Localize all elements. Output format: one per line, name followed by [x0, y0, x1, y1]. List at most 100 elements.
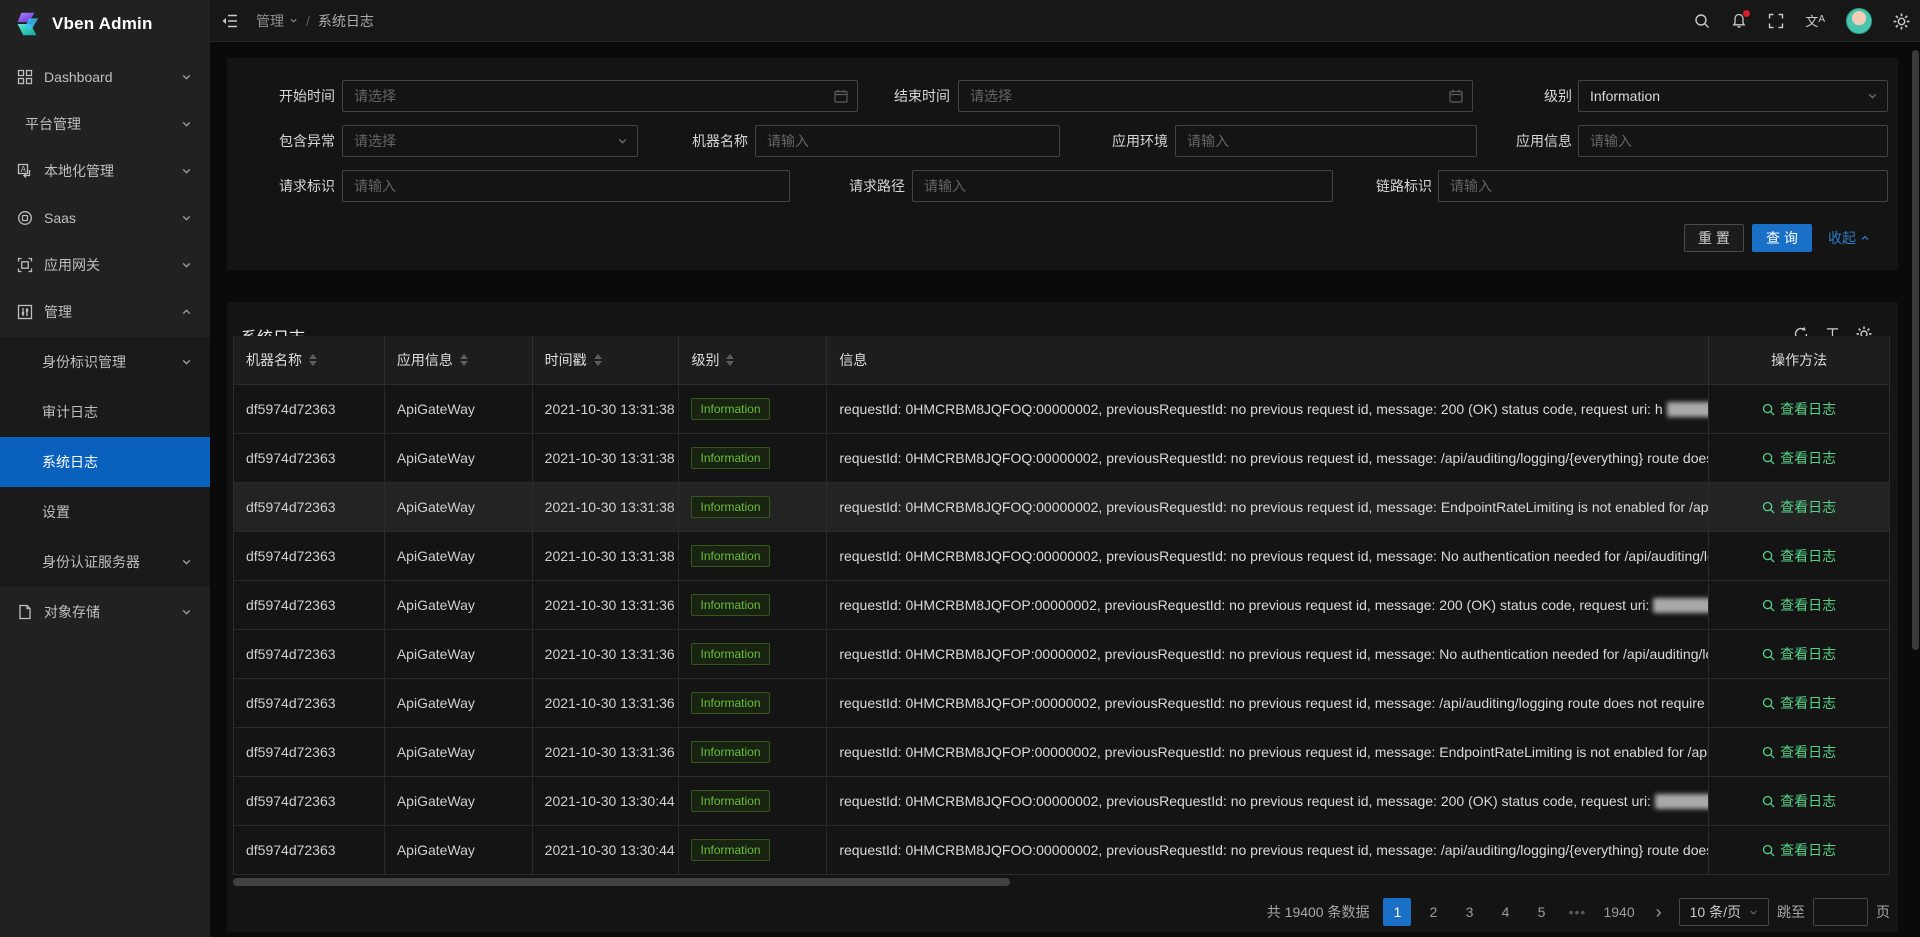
sidebar-item-management[interactable]: 管理 [0, 290, 210, 334]
col-machine-name[interactable]: 机器名称 [234, 336, 385, 384]
sidebar-item-localization[interactable]: A本地化管理 [0, 149, 210, 193]
message-cell: requestId: 0HMCRBM8JQFOO:00000002, previ… [839, 793, 1651, 809]
machine-name-cell: df5974d72363 [246, 646, 336, 662]
level-select[interactable] [1578, 80, 1888, 112]
reset-button[interactable]: 重 置 [1684, 224, 1744, 252]
machine-name-label: 机器名称 [676, 125, 748, 157]
table-row: df5974d72363 ApiGateWay 2021-10-30 13:30… [234, 825, 1889, 874]
end-time-input[interactable] [958, 80, 1473, 112]
magnifier-icon [1762, 599, 1775, 612]
collapse-link[interactable]: 收起 [1828, 224, 1870, 252]
jump-page-input[interactable] [1813, 898, 1868, 926]
end-time-label: 结束时间 [878, 80, 950, 112]
chevron-down-icon [1867, 91, 1878, 102]
sidebar-item-platform-management[interactable]: 平台管理 [0, 102, 210, 146]
machine-name-cell: df5974d72363 [246, 744, 336, 760]
bell-icon[interactable] [1731, 13, 1747, 29]
view-log-link[interactable]: 查看日志 [1762, 693, 1836, 713]
sidebar-item-saas[interactable]: Saas [0, 196, 210, 240]
view-log-link[interactable]: 查看日志 [1762, 742, 1836, 762]
page-1[interactable]: 1 [1383, 898, 1411, 926]
search-icon[interactable] [1694, 13, 1710, 29]
management-icon [17, 304, 34, 321]
view-log-link[interactable]: 查看日志 [1762, 399, 1836, 419]
redacted-text [1653, 598, 1709, 613]
app-info-input[interactable] [1578, 125, 1888, 157]
view-log-link[interactable]: 查看日志 [1762, 791, 1836, 811]
next-page-button[interactable]: › [1647, 898, 1671, 926]
breadcrumb: 管理 / 系统日志 [256, 11, 374, 31]
magnifier-icon [1762, 501, 1775, 514]
message-cell: requestId: 0HMCRBM8JQFOP:00000002, previ… [839, 744, 1709, 760]
level-badge: Information [691, 790, 769, 812]
start-time-label: 开始时间 [263, 80, 335, 112]
table-row: df5974d72363 ApiGateWay 2021-10-30 13:31… [234, 482, 1889, 531]
machine-name-input[interactable] [755, 125, 1060, 157]
pagination-total: 共 19400 条数据 [1267, 902, 1370, 922]
settings-gear-icon[interactable] [1893, 13, 1910, 30]
trace-id-input[interactable] [1438, 170, 1888, 202]
sidebar-item-object-storage[interactable]: 对象存储 [0, 590, 210, 634]
jump-prefix: 跳至 [1777, 902, 1805, 922]
app-info-cell: ApiGateWay [397, 450, 475, 466]
col-app-info[interactable]: 应用信息 [385, 336, 533, 384]
menu-fold-icon[interactable] [218, 10, 242, 32]
level-label: 级别 [1500, 80, 1572, 112]
sidebar-item-system-logs[interactable]: 系统日志 [0, 437, 210, 487]
translate-icon[interactable]: 文A [1805, 15, 1825, 28]
timestamp-cell: 2021-10-30 13:31:36 [545, 744, 675, 760]
filter-panel: 开始时间 结束时间 级别 包含异常 机器名称 应用环境 应用信息 [227, 58, 1898, 270]
request-path-input[interactable] [912, 170, 1333, 202]
pagination-pages: 12345 ••• 1940 [1383, 898, 1638, 926]
magnifier-icon [1762, 452, 1775, 465]
page-1940[interactable]: 1940 [1599, 898, 1638, 926]
sidebar-item-audit-logs[interactable]: 审计日志 [0, 387, 210, 437]
sidebar-item-identity-management[interactable]: 身份标识管理 [0, 337, 210, 387]
page-2[interactable]: 2 [1419, 898, 1447, 926]
trace-id-label: 链路标识 [1360, 170, 1432, 202]
page-3[interactable]: 3 [1455, 898, 1483, 926]
view-log-link[interactable]: 查看日志 [1762, 448, 1836, 468]
query-button[interactable]: 查 询 [1752, 224, 1812, 252]
page-size-select[interactable]: 10 条/页 [1679, 898, 1769, 926]
request-id-label: 请求标识 [263, 170, 335, 202]
sidebar-item-dashboard[interactable]: Dashboard [0, 55, 210, 99]
view-log-link[interactable]: 查看日志 [1762, 497, 1836, 517]
sidebar-item-app-gateway[interactable]: 应用网关 [0, 243, 210, 287]
machine-name-cell: df5974d72363 [246, 793, 336, 809]
view-log-link[interactable]: 查看日志 [1762, 546, 1836, 566]
page-5[interactable]: 5 [1527, 898, 1555, 926]
avatar[interactable] [1846, 8, 1872, 34]
start-time-input[interactable] [342, 80, 858, 112]
horizontal-scrollbar [233, 878, 1890, 886]
timestamp-cell: 2021-10-30 13:31:36 [545, 597, 675, 613]
sidebar-menu: Dashboard平台管理A本地化管理Saas应用网关管理身份标识管理审计日志系… [0, 48, 210, 634]
include-exception-select[interactable] [342, 125, 638, 157]
app-info-cell: ApiGateWay [397, 842, 475, 858]
vertical-scrollbar-thumb[interactable] [1912, 50, 1919, 650]
view-log-link[interactable]: 查看日志 [1762, 840, 1836, 860]
app-gateway-icon [17, 257, 34, 274]
table-row: df5974d72363 ApiGateWay 2021-10-30 13:31… [234, 384, 1889, 433]
horizontal-scrollbar-thumb[interactable] [233, 878, 1010, 886]
app-environment-input[interactable] [1175, 125, 1477, 157]
page-ellipsis[interactable]: ••• [1563, 898, 1591, 926]
chevron-up-icon [181, 307, 192, 318]
col-level[interactable]: 级别 [679, 336, 827, 384]
svg-text:A: A [21, 165, 27, 174]
level-badge: Information [691, 741, 769, 763]
fullscreen-icon[interactable] [1768, 13, 1784, 29]
page-4[interactable]: 4 [1491, 898, 1519, 926]
col-timestamp[interactable]: 时间戳 [533, 336, 680, 384]
breadcrumb-menu[interactable]: 管理 [256, 11, 298, 31]
main-content: 开始时间 结束时间 级别 包含异常 机器名称 应用环境 应用信息 [210, 42, 1920, 937]
chevron-down-icon [181, 213, 192, 224]
request-id-input[interactable] [342, 170, 790, 202]
sidebar-item-auth-server[interactable]: 身份认证服务器 [0, 537, 210, 587]
table-header: 机器名称 应用信息 时间戳 级别 信息 [234, 336, 1889, 384]
topbar-actions: 文A [1694, 0, 1910, 42]
timestamp-cell: 2021-10-30 13:31:38 [545, 499, 675, 515]
view-log-link[interactable]: 查看日志 [1762, 595, 1836, 615]
view-log-link[interactable]: 查看日志 [1762, 644, 1836, 664]
sidebar-item-settings[interactable]: 设置 [0, 487, 210, 537]
